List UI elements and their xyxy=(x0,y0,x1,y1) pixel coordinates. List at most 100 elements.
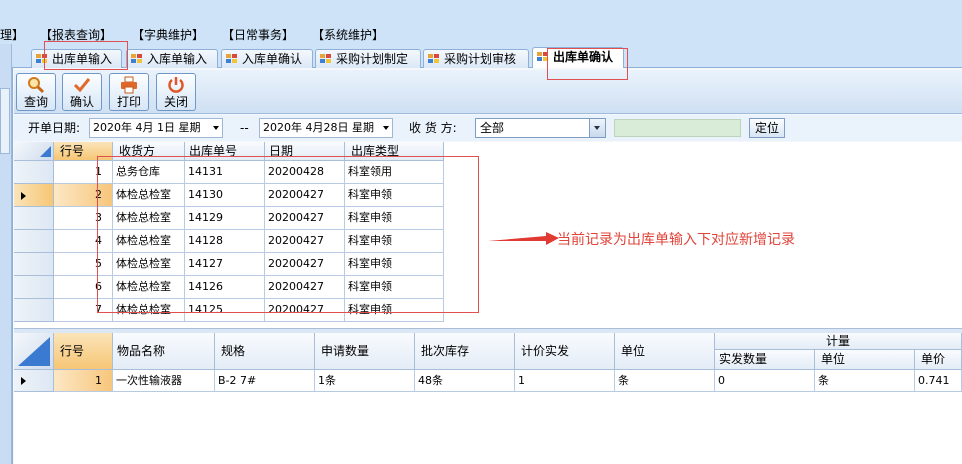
date-from-picker[interactable]: 2020年 4月 1日 星期 xyxy=(89,118,223,138)
cell-date[interactable]: 20200428 xyxy=(265,161,345,184)
cell-order-no[interactable]: 14131 xyxy=(185,161,265,184)
tab-bar: 出库单输入 入库单输入 入库单确认 采购计划制定 采购计划审核 出库单确认 xyxy=(12,44,962,69)
menu-bar: 理】 【报表查询】 【字典维护】 【日常事务】 【系统维护】 xyxy=(0,0,962,44)
cell-date[interactable]: 20200427 xyxy=(265,207,345,230)
cell-date[interactable]: 20200427 xyxy=(265,230,345,253)
cell-type[interactable]: 科室申领 xyxy=(345,276,444,299)
cell-receiver[interactable]: 体检总检室 xyxy=(113,253,185,276)
locate-button[interactable]: 定位 xyxy=(749,118,785,138)
cell-order-no[interactable]: 14128 xyxy=(185,230,265,253)
col-header-type[interactable]: 出库类型 xyxy=(345,142,444,161)
col-header-item-name[interactable]: 物品名称 xyxy=(113,333,215,370)
row-selector[interactable] xyxy=(14,253,54,276)
cell-order-no[interactable]: 14129 xyxy=(185,207,265,230)
col-header-batch-stock[interactable]: 批次库存 xyxy=(415,333,515,370)
close-button[interactable]: 关闭 xyxy=(156,73,196,111)
cell-receiver[interactable]: 体检总检室 xyxy=(113,207,185,230)
cell-receiver[interactable]: 体检总检室 xyxy=(113,230,185,253)
cell-request-qty[interactable]: 1条 xyxy=(315,370,415,392)
cell-unit[interactable]: 条 xyxy=(615,370,715,392)
row-selector[interactable] xyxy=(14,299,54,322)
cell-type[interactable]: 科室领用 xyxy=(345,161,444,184)
menu-item-reports[interactable]: 【报表查询】 xyxy=(40,27,112,43)
cell-date[interactable]: 20200427 xyxy=(265,299,345,322)
toolbar: 查询 确认 打印 关闭 xyxy=(14,70,962,114)
cell-receiver[interactable]: 总务仓库 xyxy=(113,161,185,184)
menu-item-dictionary[interactable]: 【字典维护】 xyxy=(132,27,204,43)
cell-item-name[interactable]: 一次性输液器 xyxy=(113,370,215,392)
cell-date[interactable]: 20200427 xyxy=(265,276,345,299)
menu-item-daily[interactable]: 【日常事务】 xyxy=(222,27,294,43)
cell-sub-unit[interactable]: 条 xyxy=(815,370,915,392)
cell-row-no[interactable]: 2 xyxy=(54,184,113,207)
cell-batch-stock[interactable]: 48条 xyxy=(415,370,515,392)
row-selector[interactable] xyxy=(14,184,54,207)
col-header-actual-qty[interactable]: 实发数量 xyxy=(715,350,815,370)
dropdown-button[interactable] xyxy=(589,119,605,137)
cell-date[interactable]: 20200427 xyxy=(265,253,345,276)
dropdown-arrow-icon xyxy=(383,126,389,130)
cell-row-no[interactable]: 5 xyxy=(54,253,113,276)
col-header-row-no[interactable]: 行号 xyxy=(54,333,113,370)
cell-date[interactable]: 20200427 xyxy=(265,184,345,207)
tab-purchase-plan[interactable]: 采购计划制定 xyxy=(315,49,421,68)
cell-receiver[interactable]: 体检总检室 xyxy=(113,299,185,322)
date-separator: -- xyxy=(240,121,249,135)
col-header-receiver[interactable]: 收货方 xyxy=(113,142,185,161)
cell-row-no[interactable]: 1 xyxy=(54,161,113,184)
tab-inbound-confirm[interactable]: 入库单确认 xyxy=(221,49,313,68)
date-to-picker[interactable]: 2020年 4月28日 星期 xyxy=(259,118,393,138)
locate-input[interactable] xyxy=(614,119,741,137)
cell-type[interactable]: 科室申领 xyxy=(345,299,444,322)
receiver-select[interactable]: 全部 xyxy=(475,118,606,138)
cell-price[interactable]: 0.741 xyxy=(915,370,962,392)
col-header-unit[interactable]: 单位 xyxy=(615,333,715,370)
cell-actual-qty[interactable]: 0 xyxy=(715,370,815,392)
cell-type[interactable]: 科室申领 xyxy=(345,184,444,207)
cell-order-no[interactable]: 14130 xyxy=(185,184,265,207)
cell-spec[interactable]: B-2 7# xyxy=(215,370,315,392)
menu-item-system[interactable]: 【系统维护】 xyxy=(312,27,384,43)
query-button[interactable]: 查询 xyxy=(16,73,56,111)
cell-type[interactable]: 科室申领 xyxy=(345,207,444,230)
cell-row-no[interactable]: 4 xyxy=(54,230,113,253)
row-selector[interactable] xyxy=(14,370,54,392)
tab-outbound-confirm[interactable]: 出库单确认 xyxy=(532,47,624,69)
module-icon xyxy=(226,54,238,64)
col-header-price[interactable]: 单价 xyxy=(915,350,962,370)
print-label: 打印 xyxy=(116,95,141,109)
row-selector[interactable] xyxy=(14,207,54,230)
confirm-button[interactable]: 确认 xyxy=(62,73,102,111)
module-icon xyxy=(131,54,143,64)
col-header-order-no[interactable]: 出库单号 xyxy=(185,142,265,161)
cell-row-no[interactable]: 1 xyxy=(54,370,113,392)
cell-receiver[interactable]: 体检总检室 xyxy=(113,184,185,207)
cell-row-no[interactable]: 7 xyxy=(54,299,113,322)
row-selector[interactable] xyxy=(14,230,54,253)
cell-priced-qty[interactable]: 1 xyxy=(515,370,615,392)
tab-inbound-input[interactable]: 入库单输入 xyxy=(126,49,218,68)
cell-order-no[interactable]: 14127 xyxy=(185,253,265,276)
cell-order-no[interactable]: 14125 xyxy=(185,299,265,322)
col-header-priced-qty[interactable]: 计价实发 xyxy=(515,333,615,370)
cell-row-no[interactable]: 6 xyxy=(54,276,113,299)
close-label: 关闭 xyxy=(163,95,188,109)
col-header-row-no[interactable]: 行号 xyxy=(54,142,113,161)
col-header-date[interactable]: 日期 xyxy=(265,142,345,161)
col-header-spec[interactable]: 规格 xyxy=(215,333,315,370)
row-selector[interactable] xyxy=(14,276,54,299)
cell-type[interactable]: 科室申领 xyxy=(345,230,444,253)
row-selector[interactable] xyxy=(14,161,54,184)
tab-purchase-review[interactable]: 采购计划审核 xyxy=(423,49,529,68)
cell-row-no[interactable]: 3 xyxy=(54,207,113,230)
menu-item-management[interactable]: 理】 xyxy=(0,27,24,43)
cell-receiver[interactable]: 体检总检室 xyxy=(113,276,185,299)
cell-order-no[interactable]: 14126 xyxy=(185,276,265,299)
print-button[interactable]: 打印 xyxy=(109,73,149,111)
dropdown-arrow-icon xyxy=(213,126,219,130)
cell-type[interactable]: 科室申领 xyxy=(345,253,444,276)
annotation-arrow-icon xyxy=(488,232,559,245)
col-header-request-qty[interactable]: 申请数量 xyxy=(315,333,415,370)
tab-outbound-input[interactable]: 出库单输入 xyxy=(31,49,122,68)
col-header-sub-unit[interactable]: 单位 xyxy=(815,350,915,370)
